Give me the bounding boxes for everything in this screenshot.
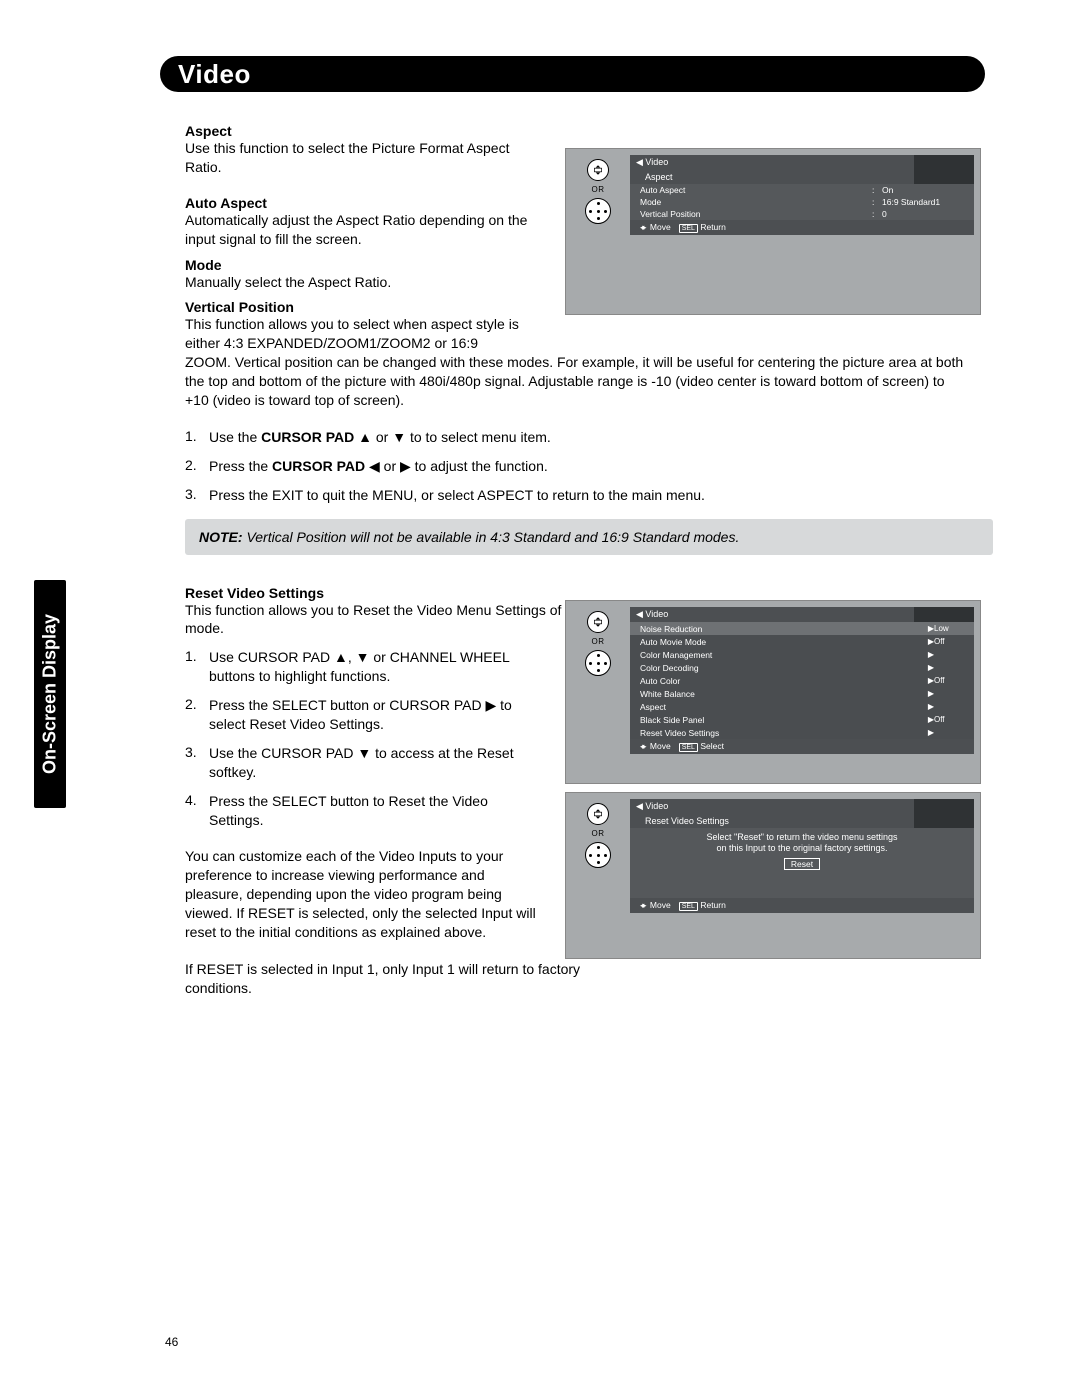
- remote-controls: OR: [574, 611, 622, 676]
- text-vpos-2: ZOOM. Vertical position can be changed w…: [185, 353, 965, 410]
- arrow-right-icon: ▶: [928, 702, 934, 711]
- text-auto-aspect: Automatically adjust the Aspect Ratio de…: [185, 211, 540, 249]
- osd-subtitle: Reset Video Settings: [630, 814, 974, 828]
- heading-aspect: Aspect: [185, 123, 965, 139]
- osd-footer: ◂▸ Move SEL Return: [630, 898, 974, 913]
- arrow-right-icon: ▶: [928, 663, 934, 672]
- reset-step-2: 2. Press the SELECT button or CURSOR PAD…: [185, 696, 540, 734]
- steps-aspect: 1. Use the CURSOR PAD ▲ or ▼ to to selec…: [185, 428, 965, 505]
- osd-menu-item: Auto Movie Mode▶Off: [630, 635, 974, 648]
- osd-title: ◀ Video: [630, 799, 974, 814]
- osd-panel: ◀ Video Noise Reduction▶LowAuto Movie Mo…: [630, 607, 974, 754]
- text-vpos-1: This function allows you to select when …: [185, 315, 540, 353]
- osd-title: ◀ Video: [630, 607, 974, 622]
- osd-footer: ◂▸ Move SEL Select: [630, 739, 974, 754]
- or-label: OR: [592, 637, 605, 646]
- remote-controls: OR: [574, 159, 622, 224]
- osd-row: Auto Aspect:On: [630, 184, 974, 196]
- side-tab: On-Screen Display: [34, 580, 66, 808]
- section-title: Video: [160, 59, 251, 90]
- heading-reset: Reset Video Settings: [185, 585, 965, 601]
- cursor-pad-icon: [585, 198, 611, 224]
- step-2: 2. Press the CURSOR PAD ◀ or ▶ to adjust…: [185, 457, 965, 476]
- channel-wheel-icon: [587, 803, 609, 825]
- remote-controls: OR: [574, 803, 622, 868]
- channel-wheel-icon: [587, 159, 609, 181]
- osd-footer: ◂▸ Move SEL Return: [630, 220, 974, 235]
- osd-figure-aspect: OR ◀ Video Aspect Auto Aspect:On Mode:16…: [565, 148, 981, 315]
- osd-panel: ◀ Video Reset Video Settings Select "Res…: [630, 799, 974, 913]
- osd-menu-item: Reset Video Settings▶: [630, 726, 974, 739]
- osd-menu-items: Noise Reduction▶LowAuto Movie Mode▶OffCo…: [630, 622, 974, 739]
- cursor-pad-icon: [585, 650, 611, 676]
- or-label: OR: [592, 829, 605, 838]
- osd-menu-item: Color Management▶: [630, 648, 974, 661]
- osd-reset-text: Select "Reset" to return the video menu …: [630, 828, 974, 876]
- text-mode: Manually select the Aspect Ratio.: [185, 273, 540, 292]
- reset-step-3: 3. Use the CURSOR PAD ▼ to access at the…: [185, 744, 540, 782]
- osd-menu-item: Auto Color▶Off: [630, 674, 974, 687]
- osd-panel: ◀ Video Aspect Auto Aspect:On Mode:16:9 …: [630, 155, 974, 235]
- reset-step-4: 4. Press the SELECT button to Reset the …: [185, 792, 540, 830]
- arrow-right-icon: ▶: [928, 689, 934, 698]
- osd-menu-item: Black Side Panel▶Off: [630, 713, 974, 726]
- osd-menu-item: Noise Reduction▶Low: [630, 622, 974, 635]
- steps-reset: 1. Use CURSOR PAD ▲, ▼ or CHANNEL WHEEL …: [185, 648, 540, 829]
- arrow-right-icon: ▶: [928, 728, 934, 737]
- arrow-right-icon: ▶: [928, 650, 934, 659]
- section-header-pill: Video: [160, 56, 985, 92]
- osd-menu-item: White Balance▶: [630, 687, 974, 700]
- osd-figure-video-menu: OR ◀ Video Noise Reduction▶LowAuto Movie…: [565, 600, 981, 784]
- osd-row: Mode:16:9 Standard1: [630, 196, 974, 208]
- osd-title: ◀ Video: [630, 155, 974, 170]
- osd-subtitle: Aspect: [630, 170, 974, 184]
- text-customize: You can customize each of the Video Inpu…: [185, 847, 540, 941]
- osd-menu-item: Color Decoding▶: [630, 661, 974, 674]
- reset-step-1: 1. Use CURSOR PAD ▲, ▼ or CHANNEL WHEEL …: [185, 648, 540, 686]
- channel-wheel-icon: [587, 611, 609, 633]
- step-1: 1. Use the CURSOR PAD ▲ or ▼ to to selec…: [185, 428, 965, 447]
- page-number: 46: [165, 1335, 178, 1349]
- text-input1: If RESET is selected in Input 1, only In…: [185, 960, 585, 998]
- text-aspect: Use this function to select the Picture …: [185, 139, 540, 177]
- osd-figure-reset: OR ◀ Video Reset Video Settings Select "…: [565, 792, 981, 959]
- osd-reset-button: Reset: [784, 858, 820, 871]
- note-bar: NOTE: Vertical Position will not be avai…: [185, 519, 993, 555]
- osd-row: Vertical Position:0: [630, 208, 974, 220]
- osd-menu-item: Aspect▶: [630, 700, 974, 713]
- cursor-pad-icon: [585, 842, 611, 868]
- manual-page: Video On-Screen Display Aspect Use this …: [0, 0, 1080, 1397]
- or-label: OR: [592, 185, 605, 194]
- step-3: 3. Press the EXIT to quit the MENU, or s…: [185, 486, 965, 505]
